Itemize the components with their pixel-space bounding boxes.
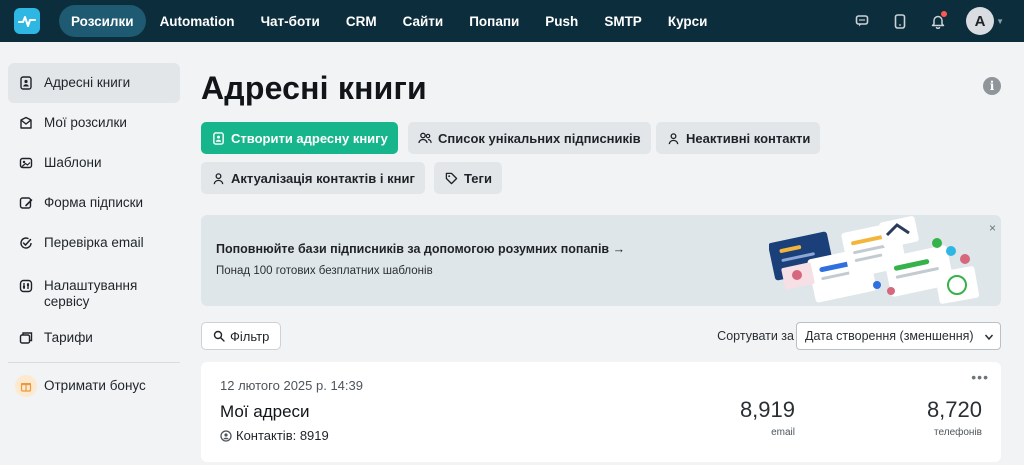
book-created-date: 12 лютого 2025 р. 14:39 xyxy=(220,378,363,393)
button-label: Теги xyxy=(464,170,492,186)
inactive-contacts-button[interactable]: Неактивні контакти xyxy=(656,122,821,154)
email-label: email xyxy=(771,427,795,438)
page-title: Адресні книги xyxy=(201,70,427,106)
sidebar-item-get-bonus[interactable]: Отримати бонус xyxy=(8,366,180,406)
popups-promo-banner[interactable]: Поповнюйте бази підписників за допомогою… xyxy=(201,215,1001,306)
logo-icon[interactable] xyxy=(14,8,40,34)
nav-right-tools: A ▼ xyxy=(852,6,1004,36)
button-label: Неактивні контакти xyxy=(686,130,811,146)
more-options-icon[interactable]: ••• xyxy=(971,369,989,385)
banner-subtitle: Понад 100 готових безплатних шаблонів xyxy=(216,265,433,277)
sidebar-item-email-check[interactable]: Перевірка email xyxy=(8,223,180,263)
sidebar-item-label: Шаблони xyxy=(44,155,102,170)
filter-button[interactable]: Фільтр xyxy=(201,322,282,350)
sidebar-item-service-settings[interactable]: Налаштування сервісу xyxy=(8,268,180,312)
tariffs-icon xyxy=(18,330,34,346)
sidebar-item-templates[interactable]: Шаблони xyxy=(8,143,180,183)
top-navigation: Розсилки Automation Чат-боти CRM Сайти П… xyxy=(0,0,1024,42)
sidebar-item-label: Перевірка email xyxy=(44,235,144,250)
gift-icon xyxy=(15,375,37,397)
sidebar-item-tariffs[interactable]: Тарифи xyxy=(8,318,180,358)
info-icon[interactable]: i xyxy=(983,77,1001,95)
sidebar-item-label: Мої розсилки xyxy=(44,115,127,130)
settings-icon xyxy=(18,278,34,294)
user-menu[interactable]: A ▼ xyxy=(966,7,1004,35)
button-label: Актуалізація контактів і книг xyxy=(231,170,415,186)
nav-item-chatbots[interactable]: Чат-боти xyxy=(249,5,332,37)
search-icon xyxy=(213,330,225,342)
email-stat: 8,919 email xyxy=(740,397,795,438)
user-icon xyxy=(211,171,225,185)
nav-item-popups[interactable]: Попапи xyxy=(457,5,531,37)
button-label: Список унікальних підписників xyxy=(438,130,641,146)
sort-label: Сортувати за xyxy=(717,329,794,343)
close-icon[interactable]: × xyxy=(989,221,996,235)
sidebar-item-label: Форма підписки xyxy=(44,195,144,210)
check-icon xyxy=(18,235,34,251)
users-icon xyxy=(418,131,432,145)
tags-button[interactable]: Теги xyxy=(434,162,502,194)
banner-title[interactable]: Поповнюйте бази підписників за допомогою… xyxy=(216,242,625,256)
notification-dot xyxy=(941,11,948,17)
mobile-icon[interactable] xyxy=(890,11,910,31)
nav-item-automation[interactable]: Automation xyxy=(148,5,247,37)
book-name-link[interactable]: Мої адреси xyxy=(220,402,310,422)
phone-stat: 8,720 телефонів xyxy=(927,397,982,438)
sidebar-item-label: Тарифи xyxy=(44,330,93,345)
address-book-card[interactable]: 12 лютого 2025 р. 14:39 Мої адреси Конта… xyxy=(201,362,1001,462)
contacts-icon xyxy=(220,429,232,442)
filter-label: Фільтр xyxy=(230,328,270,344)
sort-select[interactable]: Дата створення (зменшення) xyxy=(796,322,1001,350)
nav-item-sites[interactable]: Сайти xyxy=(391,5,456,37)
user-icon xyxy=(666,131,680,145)
email-count: 8,919 xyxy=(739,397,795,422)
templates-icon xyxy=(18,155,34,171)
create-address-book-button[interactable]: Створити адресну книгу xyxy=(201,122,398,154)
chat-icon[interactable] xyxy=(852,11,872,31)
nav-item-courses[interactable]: Курси xyxy=(656,5,720,37)
nav-item-mailings[interactable]: Розсилки xyxy=(59,5,146,37)
sidebar-divider xyxy=(8,362,180,363)
address-book-icon xyxy=(18,75,34,91)
actualization-button[interactable]: Актуалізація контактів і книг xyxy=(201,162,425,194)
sidebar-item-label: Адресні книги xyxy=(44,75,131,90)
chevron-down-icon: ▼ xyxy=(996,16,1004,26)
contacts-text: Контактів: 8919 xyxy=(236,428,329,443)
nav-item-push[interactable]: Push xyxy=(533,5,590,37)
nav-item-smtp[interactable]: SMTP xyxy=(592,5,654,37)
book-contacts-count: Контактів: 8919 xyxy=(220,428,329,443)
chevron-down-icon xyxy=(984,334,994,341)
phone-label: телефонів xyxy=(934,427,982,438)
avatar[interactable]: A xyxy=(966,7,995,35)
form-icon xyxy=(18,195,34,211)
button-label: Створити адресну книгу xyxy=(231,130,388,146)
sidebar: Адресні книги Мої розсилки Шаблони Форма… xyxy=(0,42,190,465)
sidebar-item-my-mailings[interactable]: Мої розсилки xyxy=(8,103,180,143)
sidebar-item-label: Налаштування сервісу xyxy=(44,278,138,309)
sort-value: Дата створення (зменшення) xyxy=(805,329,974,343)
tag-icon xyxy=(444,171,458,185)
main-content: Адресні книги i Створити адресну книгу С… xyxy=(201,42,1001,465)
sidebar-item-subscription-form[interactable]: Форма підписки xyxy=(8,183,180,223)
bell-icon[interactable] xyxy=(928,11,948,31)
sidebar-item-label: Отримати бонус xyxy=(44,378,146,393)
sidebar-item-address-books[interactable]: Адресні книги xyxy=(8,63,180,103)
nav-item-crm[interactable]: CRM xyxy=(334,5,389,37)
unique-subscribers-button[interactable]: Список унікальних підписників xyxy=(408,122,651,154)
campaigns-icon xyxy=(18,115,34,131)
popups-illustration xyxy=(769,216,979,304)
main-menu: Розсилки Automation Чат-боти CRM Сайти П… xyxy=(59,5,721,37)
phone-count: 8,720 xyxy=(926,397,982,422)
address-book-icon xyxy=(211,131,225,145)
